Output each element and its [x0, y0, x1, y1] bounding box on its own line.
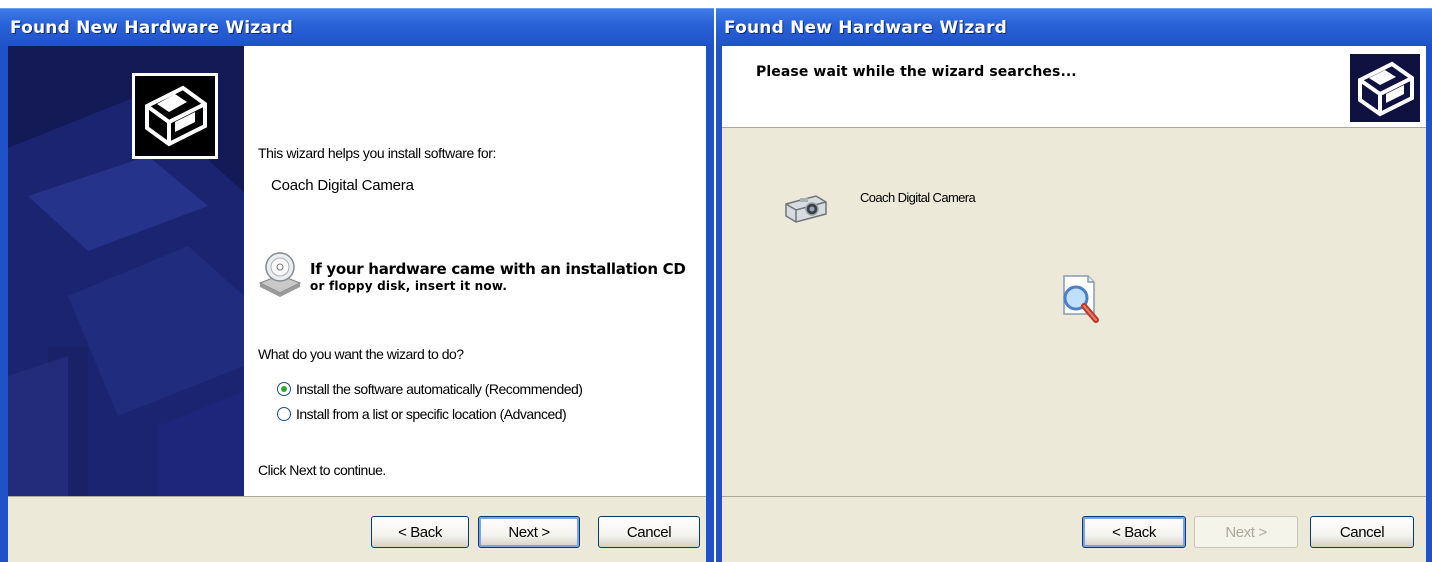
window-title: Found New Hardware Wizard — [724, 18, 1008, 38]
window-title: Found New Hardware Wizard — [10, 18, 294, 38]
question-text: What do you want the wizard to do? — [258, 346, 464, 362]
device-name: Coach Digital Camera — [860, 190, 976, 205]
window-frame — [1426, 46, 1432, 562]
next-button: Next > — [1194, 516, 1298, 548]
option-label: Install the software automatically (Reco… — [296, 381, 583, 397]
install-automatically-option[interactable]: Install the software automatically (Reco… — [277, 381, 583, 397]
option-label: Install from a list or specific location… — [296, 406, 567, 422]
cd-notice-line1: If your hardware came with an installati… — [310, 260, 686, 278]
continue-instruction: Click Next to continue. — [258, 462, 386, 478]
radio-button-selected[interactable] — [277, 382, 291, 396]
wizard-header: Please wait while the wizard searches... — [722, 46, 1426, 128]
back-button[interactable]: < Back — [1082, 516, 1186, 548]
wizard-sidebar-banner — [8, 46, 244, 496]
hardware-wizard-icon — [1350, 54, 1420, 122]
install-from-list-option[interactable]: Install from a list or specific location… — [277, 406, 567, 422]
intro-text: This wizard helps you install software f… — [258, 145, 497, 161]
device-name: Coach Digital Camera — [271, 177, 414, 194]
next-button[interactable]: Next > — [478, 516, 580, 548]
cancel-button[interactable]: Cancel — [598, 516, 700, 548]
window-frame — [706, 46, 714, 562]
cd-notice-line2: or floppy disk, insert it now. — [310, 279, 508, 293]
back-button[interactable]: < Back — [371, 516, 469, 548]
wizard-progress-area: Coach Digital Camera — [722, 128, 1426, 496]
cancel-button[interactable]: Cancel — [1310, 516, 1414, 548]
window-frame — [0, 46, 8, 562]
found-new-hardware-wizard-window-right: Found New Hardware Wizard Please wait wh… — [716, 0, 1432, 562]
camera-icon — [782, 190, 832, 226]
title-bar[interactable]: Found New Hardware Wizard — [716, 8, 1432, 46]
hardware-wizard-icon — [132, 73, 218, 159]
header-text: Please wait while the wizard searches... — [756, 64, 1077, 80]
radio-button[interactable] — [277, 407, 291, 421]
title-bar[interactable]: Found New Hardware Wizard — [0, 8, 714, 46]
found-new-hardware-wizard-window-left: Found New Hardware Wizard This wizard he… — [0, 0, 714, 562]
search-icon — [1054, 270, 1104, 326]
cd-icon — [256, 249, 304, 297]
